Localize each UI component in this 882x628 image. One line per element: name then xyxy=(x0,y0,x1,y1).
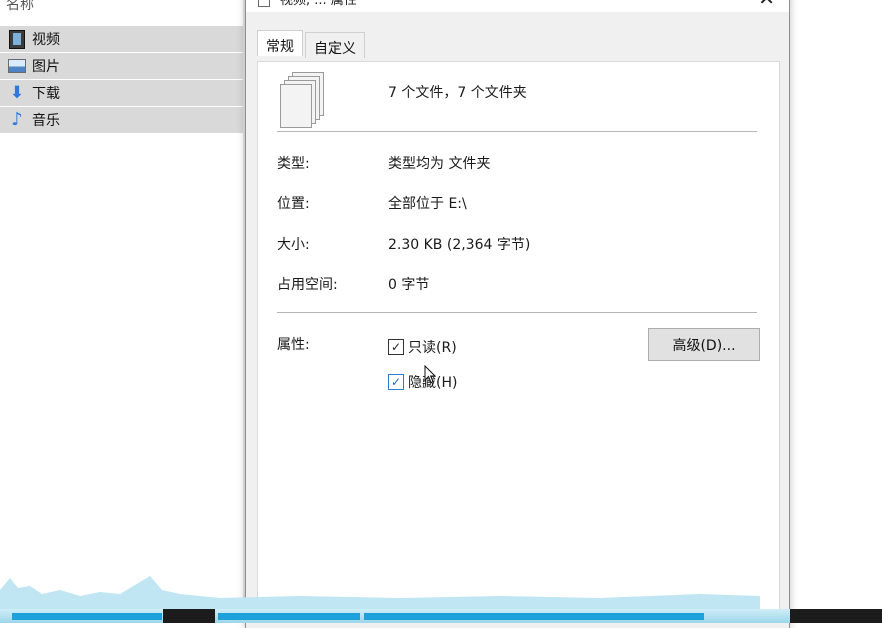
disk-size-value: 0 字节 xyxy=(388,277,430,293)
size-value: 2.30 KB (2,364 字节) xyxy=(388,237,531,253)
document-icon xyxy=(258,0,270,7)
hidden-checkbox[interactable]: ✓ xyxy=(388,374,404,390)
separator xyxy=(277,312,757,313)
close-button[interactable]: ✕ xyxy=(758,0,775,10)
folder-row-pictures[interactable]: 图片 xyxy=(0,53,245,79)
folder-row-downloads[interactable]: ⬇ 下载 xyxy=(0,80,245,106)
pictures-folder-icon xyxy=(8,57,26,75)
separator xyxy=(277,131,757,132)
tab-custom[interactable]: 自定义 xyxy=(305,32,365,58)
disk-size-label: 占用空间: xyxy=(277,277,338,293)
readonly-checkbox[interactable]: ✓ xyxy=(388,339,404,355)
taskbar-segment xyxy=(163,609,215,623)
general-tab-page: 7 个文件，7 个文件夹 类型: 类型均为 文件夹 位置: 全部位于 E:\ 大… xyxy=(257,61,780,623)
progress-segment xyxy=(364,613,704,620)
downloads-folder-icon: ⬇ xyxy=(9,82,25,103)
name-column-header[interactable]: 名称 xyxy=(6,0,34,14)
tab-strip: 常规 自定义 xyxy=(257,30,367,58)
explorer-pane: 名称 视频 图片 ⬇ 下载 ♪ 音乐 xyxy=(0,0,245,623)
dialog-titlebar[interactable]: 视频, ... 属性 ✕ xyxy=(246,0,789,12)
readonly-checkbox-row[interactable]: ✓ 只读(R) xyxy=(388,337,457,357)
hidden-checkbox-row[interactable]: ✓ 隐藏(H) xyxy=(388,372,457,392)
folder-row-music[interactable]: ♪ 音乐 xyxy=(0,107,245,133)
folder-label: 下载 xyxy=(32,86,60,102)
audio-wave-decoration xyxy=(0,576,760,610)
size-label: 大小: xyxy=(277,237,310,253)
tab-general[interactable]: 常规 xyxy=(257,30,303,56)
music-folder-icon: ♪ xyxy=(11,109,23,130)
location-label: 位置: xyxy=(277,196,310,212)
type-value: 类型均为 文件夹 xyxy=(388,156,491,172)
folder-row-videos[interactable]: 视频 xyxy=(0,26,245,52)
attributes-label: 属性: xyxy=(277,337,310,353)
location-value: 全部位于 E:\ xyxy=(388,196,467,212)
taskbar-segment xyxy=(790,609,882,623)
mouse-cursor-icon xyxy=(424,365,436,384)
multiple-files-icon xyxy=(280,70,326,128)
video-folder-icon xyxy=(8,29,26,49)
dialog-title: 视频, ... 属性 xyxy=(280,0,357,8)
folder-list: 视频 图片 ⬇ 下载 ♪ 音乐 xyxy=(0,26,245,134)
type-label: 类型: xyxy=(277,156,310,172)
selection-summary: 7 个文件，7 个文件夹 xyxy=(388,85,527,101)
readonly-label: 只读(R) xyxy=(408,340,457,356)
properties-dialog: 视频, ... 属性 ✕ 常规 自定义 7 个文件，7 个文件夹 类型: 类型均… xyxy=(245,0,790,628)
folder-label: 图片 xyxy=(32,59,60,75)
folder-label: 视频 xyxy=(32,32,60,48)
advanced-button[interactable]: 高级(D)... xyxy=(648,328,760,361)
progress-segment xyxy=(12,613,162,620)
progress-segment xyxy=(218,613,360,620)
folder-label: 音乐 xyxy=(32,113,60,129)
